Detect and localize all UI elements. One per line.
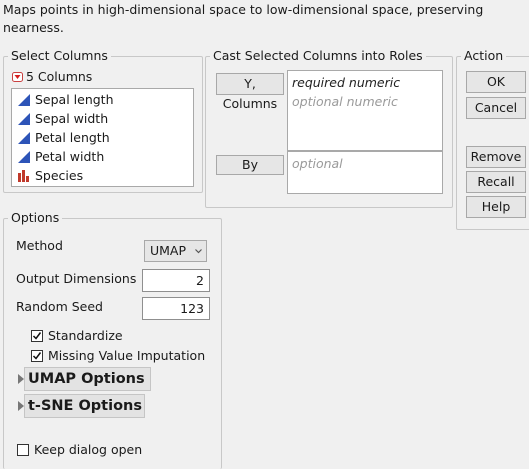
keep-open-label: Keep dialog open <box>34 442 143 457</box>
standardize-label: Standardize <box>48 328 123 343</box>
by-optional-placeholder: optional <box>292 156 343 171</box>
method-dropdown[interactable]: UMAP <box>144 240 207 262</box>
missing-imputation-checkbox[interactable] <box>31 350 43 362</box>
action-panel: Action OK Cancel Remove Recall Help <box>456 48 529 230</box>
ok-button[interactable]: OK <box>466 71 526 93</box>
random-seed-field[interactable]: 123 <box>142 297 210 320</box>
column-name: Sepal width <box>35 111 109 126</box>
action-legend: Action <box>461 48 507 63</box>
column-name: Sepal length <box>35 92 114 107</box>
select-columns-panel: Select Columns 5 Columns Sepal length Se… <box>3 48 203 193</box>
method-label: Method <box>16 238 63 253</box>
columns-list[interactable]: Sepal length Sepal width Petal length Pe… <box>11 88 194 187</box>
continuous-icon <box>18 113 30 125</box>
options-panel: Options Method UMAP Output Dimensions 2 … <box>3 210 222 469</box>
column-name: Petal width <box>35 149 105 164</box>
standardize-checkbox[interactable] <box>31 330 43 342</box>
tsne-options-button[interactable]: t-SNE Options <box>24 394 145 418</box>
continuous-icon <box>18 132 30 144</box>
select-columns-legend: Select Columns <box>8 48 111 63</box>
remove-button[interactable]: Remove <box>466 146 526 168</box>
by-button[interactable]: By <box>216 155 284 175</box>
description-text: Maps points in high-dimensional space to… <box>3 2 484 35</box>
output-dimensions-label: Output Dimensions <box>16 271 137 286</box>
random-seed-label: Random Seed <box>16 299 103 314</box>
options-legend: Options <box>8 210 63 225</box>
checkmark-icon <box>32 332 42 340</box>
continuous-icon <box>18 151 30 163</box>
output-dimensions-field[interactable]: 2 <box>142 269 210 292</box>
cast-roles-panel: Cast Selected Columns into Roles Y, Colu… <box>205 48 453 208</box>
y-columns-button[interactable]: Y, Columns <box>216 73 284 111</box>
help-button[interactable]: Help <box>466 196 526 218</box>
y-columns-role-box[interactable]: required numeric optional numeric <box>287 70 443 151</box>
nominal-icon <box>18 170 29 182</box>
recall-button[interactable]: Recall <box>466 171 526 193</box>
method-dropdown-value: UMAP <box>150 243 187 258</box>
cancel-button[interactable]: Cancel <box>466 97 526 119</box>
red-disclosure-icon <box>12 72 23 82</box>
y-required-placeholder: required numeric <box>292 75 401 90</box>
columns-count-label: 5 Columns <box>26 69 93 84</box>
umap-options-button[interactable]: UMAP Options <box>24 367 151 391</box>
by-role-box[interactable]: optional <box>287 151 443 194</box>
chevron-down-icon <box>195 249 202 254</box>
missing-imputation-label: Missing Value Imputation <box>48 348 206 363</box>
column-name: Petal length <box>35 130 110 145</box>
column-name: Species <box>35 168 84 183</box>
checkmark-icon <box>32 352 42 360</box>
y-optional-placeholder: optional numeric <box>292 94 398 109</box>
columns-count-toggle[interactable]: 5 Columns <box>12 69 122 85</box>
continuous-icon <box>18 94 30 106</box>
cast-roles-legend: Cast Selected Columns into Roles <box>210 48 426 63</box>
keep-open-checkbox[interactable] <box>17 444 29 456</box>
